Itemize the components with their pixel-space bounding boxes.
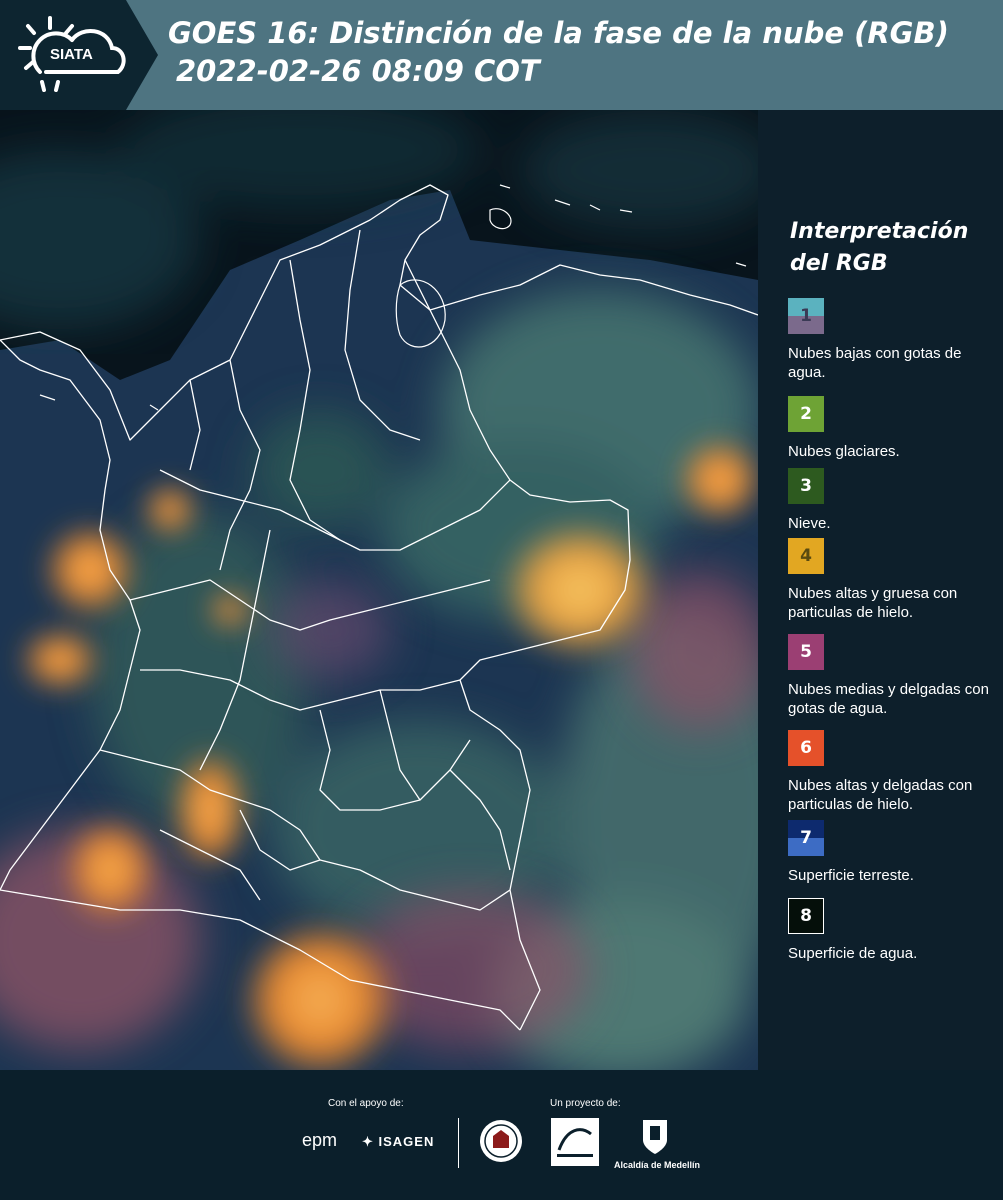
legend-number: 1 [800, 306, 812, 326]
legend-swatch: 2 [788, 396, 824, 432]
header-bar: SIATA GOES 16: Distinción de la fase de … [0, 0, 1003, 110]
satellite-map[interactable] [0, 110, 758, 1070]
legend-item: 3 Nieve. [788, 468, 998, 533]
legend-number: 8 [800, 906, 812, 926]
page-timestamp: 2022-02-26 08:09 COT [176, 54, 540, 88]
legend-title-line2: del RGB [790, 251, 888, 276]
legend-item: 1 Nubes bajas con gotas de agua. [788, 298, 998, 382]
isagen-icon: ✦ [362, 1134, 379, 1149]
legend-item: 6 Nubes altas y delgadas con particulas d… [788, 730, 998, 814]
isagen-logo[interactable]: ✦ ISAGEN [362, 1134, 434, 1150]
siata-logo[interactable]: SIATA [0, 0, 158, 110]
legend-swatch: 4 [788, 538, 824, 574]
legend-swatch: 1 [788, 298, 824, 334]
legend-label: Nubes glaciares. [788, 443, 900, 460]
university-seal-icon[interactable] [478, 1118, 524, 1164]
footer-bar: Con el apoyo de: Un proyecto de: epm ✦ I… [0, 1070, 1003, 1200]
legend-label: Nubes medias y delgadas con gotas de agu… [788, 681, 989, 717]
legend-label: Superficie terreste. [788, 867, 914, 884]
legend-label: Nubes bajas con gotas de agua. [788, 345, 962, 381]
legend-item: 5 Nubes medias y delgadas con gotas de ag… [788, 634, 998, 718]
isagen-text: ISAGEN [378, 1134, 435, 1149]
legend-title: Interpretación del RGB [790, 216, 990, 280]
legend-number: 6 [800, 738, 812, 758]
legend-panel: Interpretación del RGB 1 Nubes bajas con … [758, 110, 1003, 1070]
legend-swatch: 3 [788, 468, 824, 504]
area-metropolitana-logo[interactable] [551, 1118, 599, 1166]
legend-number: 2 [800, 404, 812, 424]
legend-item: 2 Nubes glaciares. [788, 396, 998, 461]
page-title: GOES 16: Distinción de la fase de la nub… [168, 16, 949, 50]
legend-number: 3 [800, 476, 812, 496]
project-label: Un proyecto de: [550, 1098, 621, 1109]
alcaldia-text[interactable]: Alcaldía de Medellín [614, 1160, 700, 1170]
logo-text: SIATA [50, 46, 93, 63]
legend-label: Nubes altas y gruesa con particulas de h… [788, 585, 958, 621]
legend-number: 5 [800, 642, 812, 662]
legend-label: Superficie de agua. [788, 945, 918, 962]
epm-logo[interactable]: epm [302, 1130, 337, 1151]
legend-item: 7 Superficie terreste. [788, 820, 998, 885]
legend-title-line1: Interpretación [790, 219, 969, 244]
legend-label: Nieve. [788, 515, 831, 532]
legend-swatch: 5 [788, 634, 824, 670]
legend-number: 4 [800, 546, 812, 566]
legend-item: 8 Superficie de agua. [788, 898, 998, 963]
support-label: Con el apoyo de: [328, 1098, 404, 1109]
footer-divider [458, 1118, 459, 1168]
alcaldia-shield-icon[interactable] [641, 1116, 669, 1156]
legend-label: Nubes altas y delgadas con particulas de… [788, 777, 973, 813]
legend-swatch: 6 [788, 730, 824, 766]
legend-item: 4 Nubes altas y gruesa con particulas de … [788, 538, 998, 622]
legend-number: 7 [800, 828, 812, 848]
legend-swatch: 8 [788, 898, 824, 934]
map-canvas [0, 110, 758, 1070]
legend-swatch: 7 [788, 820, 824, 856]
